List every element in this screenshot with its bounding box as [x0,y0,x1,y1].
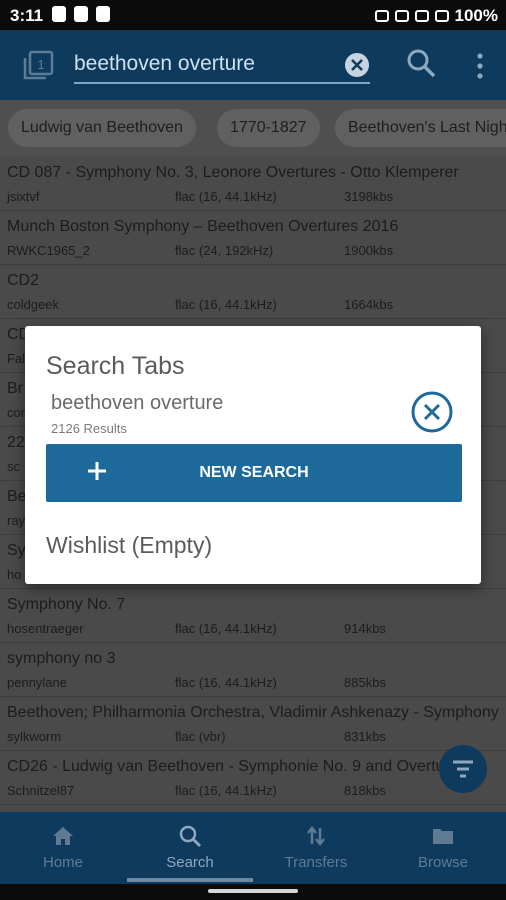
notification-icon [74,6,88,22]
result-format: flac (24, 192kHz) [175,243,274,258]
search-input[interactable]: beethoven overture [74,46,370,84]
result-format: flac (16, 44.1kHz) [175,783,277,798]
close-tab-icon[interactable] [410,390,454,434]
result-user: sc [7,459,20,474]
svg-text:1: 1 [37,57,44,72]
nav-active-indicator [127,878,253,882]
notification-icon [52,6,66,22]
result-bitrate: 1664kbs [344,297,394,312]
search-tab-query[interactable]: beethoven overture [51,392,223,415]
filter-icon [453,760,473,778]
status-right: 100% [374,6,498,26]
chip-years[interactable]: 1770-1827 [217,109,320,147]
result-user: Fal [7,351,26,366]
folder-icon [433,829,453,844]
transfers-icon [307,825,325,847]
home-icon [53,827,73,845]
result-row[interactable]: CD 087 - Symphony No. 3, Leonore Overtur… [0,156,506,211]
result-format: flac (16, 44.1kHz) [175,675,277,690]
nav-label: Browse [417,854,469,871]
result-bitrate: 914kbs [344,621,386,636]
key-icon [374,10,389,22]
home-gesture-pill[interactable] [208,889,298,893]
search-tab-count: 2126 Results [51,421,127,436]
nav-label: Transfers [284,854,348,871]
battery-level: 100% [454,6,498,25]
result-title: Beethoven; Philharmonia Orchestra, Vladi… [7,704,499,721]
result-bitrate: 1900kbs [344,243,394,258]
result-row[interactable]: Munch Boston Symphony – Beethoven Overtu… [0,210,506,265]
result-row[interactable]: Beethoven; Philharmonia Orchestra, Vladi… [0,696,506,751]
result-title: Symphony No. 7 [7,596,126,613]
status-notification-icons [52,6,110,22]
tabs-icon[interactable]: 1 [22,50,54,82]
notification-icon [96,6,110,22]
new-search-button[interactable]: NEW SEARCH [46,444,462,502]
result-user: jsixtvf [7,189,40,204]
dialog-title: Search Tabs [46,352,185,380]
result-bitrate: 818kbs [344,783,386,798]
nav-home[interactable]: Home [0,812,126,884]
result-format: flac (16, 44.1kHz) [175,189,277,204]
result-format: flac (vbr) [175,729,226,744]
status-bar: 3:11 100% [0,0,506,30]
result-row[interactable]: symphony no 3 pennylane flac (16, 44.1kH… [0,642,506,697]
result-row[interactable]: Symphony No. 7 hosentraeger flac (16, 44… [0,588,506,643]
search-icon [179,825,202,848]
result-user: cor [7,405,26,420]
result-user: hosentraeger [7,621,84,636]
result-title: CD2 [7,272,40,289]
result-user: sylkworm [7,729,62,744]
result-user: pennylane [7,675,67,690]
result-user: coldgeek [7,297,60,312]
wishlist-heading[interactable]: Wishlist (Empty) [46,532,212,559]
result-user: ray [7,513,26,528]
search-tabs-dialog: Search Tabs beethoven overture 2126 Resu… [25,326,481,584]
status-time: 3:11 [10,6,44,25]
nav-search[interactable]: Search [127,812,253,884]
result-bitrate: 885kbs [344,675,386,690]
more-icon[interactable] [470,52,490,80]
search-icon[interactable] [406,48,436,78]
nav-label: Home [42,854,83,871]
signal-icon [414,10,429,22]
chip-album[interactable]: Beethoven's Last Night [335,109,506,147]
result-user: RWKC1965_2 [7,243,90,258]
nav-label: Search [166,854,214,871]
nav-browse[interactable]: Browse [380,812,506,884]
result-format: flac (16, 44.1kHz) [175,621,277,636]
new-search-label: NEW SEARCH [199,464,309,481]
filter-fab[interactable] [439,745,487,793]
clear-icon[interactable] [344,52,370,78]
chip-artist[interactable]: Ludwig van Beethoven [8,109,196,147]
result-row[interactable]: CD26 - Ludwig van Beethoven - Symphonie … [0,750,506,805]
nav-transfers[interactable]: Transfers [253,812,379,884]
result-title: CD26 - Ludwig van Beethoven - Symphonie … [7,758,467,775]
result-format: flac (16, 44.1kHz) [175,297,277,312]
gesture-bar [0,884,506,900]
chip-row: Ludwig van Beethoven 1770-1827 Beethoven… [0,100,506,156]
result-user: Schnitzel87 [7,783,75,798]
wifi-icon [394,10,409,22]
result-bitrate: 831kbs [344,729,386,744]
app-bar: 1 beethoven overture [0,30,506,100]
result-title: Munch Boston Symphony – Beethoven Overtu… [7,218,399,235]
bottom-nav: Home Search Transfers Browse [0,812,506,884]
result-row[interactable]: CD2 coldgeek flac (16, 44.1kHz) 1664kbs [0,264,506,319]
result-title: CD 087 - Symphony No. 3, Leonore Overtur… [7,164,459,181]
result-title: symphony no 3 [7,650,116,667]
result-bitrate: 3198kbs [344,189,394,204]
battery-icon [434,10,449,22]
result-user: ho [7,567,22,582]
